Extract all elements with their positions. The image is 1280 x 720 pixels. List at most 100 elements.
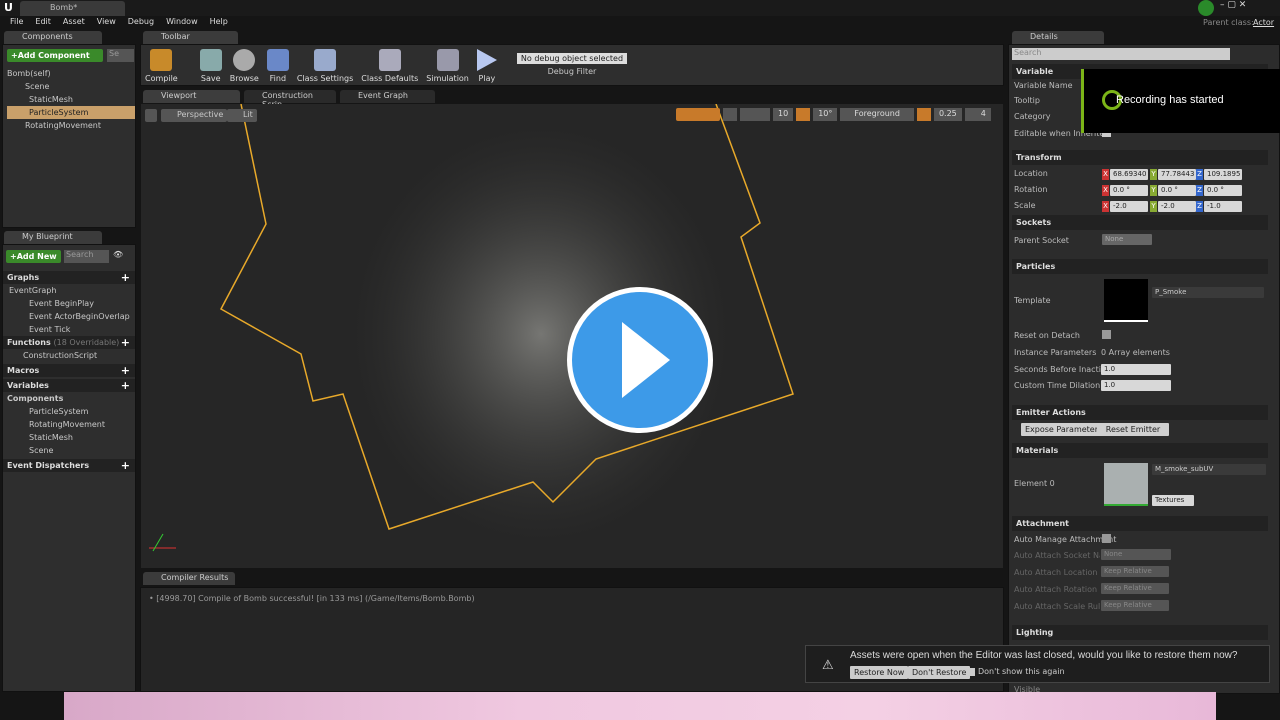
macros-section[interactable]: Macros + bbox=[3, 364, 135, 377]
sockets-section[interactable]: Sockets bbox=[1012, 215, 1268, 230]
dont-show-checkbox[interactable] bbox=[967, 668, 975, 676]
menu-file[interactable]: File bbox=[4, 16, 29, 30]
surface-snap-icon[interactable] bbox=[740, 108, 770, 121]
event-actorbeginoverlap[interactable]: Event ActorBeginOverlap bbox=[3, 310, 135, 323]
menu-edit[interactable]: Edit bbox=[29, 16, 57, 30]
scale-snap-icon[interactable] bbox=[916, 108, 931, 121]
event-tick[interactable]: Event Tick bbox=[3, 323, 135, 336]
compile-button[interactable]: Compile bbox=[141, 45, 182, 83]
time-dilation-field[interactable]: 1.0 bbox=[1101, 380, 1171, 391]
graphs-section[interactable]: Graphs + bbox=[3, 271, 135, 284]
parent-socket-field[interactable]: None bbox=[1102, 234, 1152, 245]
functions-section[interactable]: Functions (18 Overridable) + bbox=[3, 336, 135, 349]
materials-section[interactable]: Materials bbox=[1012, 443, 1268, 458]
scale-z-field[interactable]: -1.0 bbox=[1204, 201, 1242, 212]
scale-y-field[interactable]: -2.0 bbox=[1158, 201, 1196, 212]
lit-button[interactable]: Lit bbox=[227, 109, 257, 122]
local-world-icon[interactable] bbox=[723, 108, 737, 121]
play-button[interactable]: Play bbox=[473, 45, 501, 83]
template-select[interactable]: P_Smoke bbox=[1152, 287, 1264, 298]
debug-object-select[interactable]: No debug object selected bbox=[516, 53, 628, 64]
template-thumbnail[interactable] bbox=[1104, 279, 1148, 322]
tab-construction-script[interactable]: Construction Scrip bbox=[244, 90, 336, 109]
menu-window[interactable]: Window bbox=[160, 16, 204, 30]
component-rotatingmovement[interactable]: RotatingMovement bbox=[7, 119, 135, 132]
particles-section[interactable]: Particles bbox=[1012, 259, 1268, 274]
add-variable-icon[interactable]: + bbox=[121, 379, 130, 392]
transform-mode-buttons[interactable] bbox=[676, 108, 720, 121]
components-search[interactable]: Se bbox=[107, 49, 134, 62]
location-z-field[interactable]: 109.1895 bbox=[1204, 169, 1242, 180]
component-particlesystem[interactable]: ParticleSystem bbox=[7, 106, 135, 119]
var-scene[interactable]: Scene bbox=[3, 444, 135, 457]
camera-speed[interactable]: 4 bbox=[964, 108, 991, 121]
rotation-snap-icon[interactable] bbox=[796, 108, 811, 121]
grid-snap-value[interactable]: 10 bbox=[773, 108, 794, 121]
blueprint-search[interactable]: Search bbox=[64, 250, 109, 263]
eventgraph-item[interactable]: EventGraph bbox=[3, 284, 135, 297]
scale-snap-value[interactable]: 0.25 bbox=[933, 108, 962, 121]
perspective-button[interactable]: Perspective bbox=[161, 109, 228, 122]
add-macro-icon[interactable]: + bbox=[121, 364, 130, 377]
class-defaults-button[interactable]: Class Defaults bbox=[357, 45, 422, 83]
find-button[interactable]: Find bbox=[263, 45, 293, 83]
textures-button[interactable]: Textures bbox=[1152, 495, 1194, 506]
auto-manage-checkbox[interactable] bbox=[1102, 534, 1111, 543]
eye-icon[interactable]: 👁 bbox=[113, 250, 123, 259]
constructionscript-item[interactable]: ConstructionScript bbox=[3, 349, 135, 362]
menu-help[interactable]: Help bbox=[204, 16, 234, 30]
menu-view[interactable]: View bbox=[91, 16, 122, 30]
document-tab[interactable]: Bomb* bbox=[20, 1, 125, 16]
components-category[interactable]: Components bbox=[3, 392, 135, 405]
location-y-field[interactable]: 77.78443 bbox=[1158, 169, 1196, 180]
var-particlesystem[interactable]: ParticleSystem bbox=[3, 405, 135, 418]
save-button[interactable]: Save bbox=[196, 45, 226, 83]
tab-viewport[interactable]: Viewport bbox=[143, 90, 240, 103]
var-staticmesh[interactable]: StaticMesh bbox=[3, 431, 135, 444]
scale-x-field[interactable]: -2.0 bbox=[1110, 201, 1148, 212]
add-function-icon[interactable]: + bbox=[121, 336, 130, 349]
component-staticmesh[interactable]: StaticMesh bbox=[7, 93, 135, 106]
rotation-x-field[interactable]: 0.0 ° bbox=[1110, 185, 1148, 196]
add-graph-icon[interactable]: + bbox=[121, 271, 130, 284]
browse-button[interactable]: Browse bbox=[226, 45, 263, 83]
menu-debug[interactable]: Debug bbox=[122, 16, 160, 30]
details-search[interactable]: Search bbox=[1012, 48, 1230, 60]
component-self[interactable]: Bomb(self) bbox=[7, 67, 135, 80]
expose-parameter-button[interactable]: Expose Parameter bbox=[1021, 423, 1103, 436]
add-dispatcher-icon[interactable]: + bbox=[121, 459, 130, 472]
attachment-section[interactable]: Attachment bbox=[1012, 516, 1268, 531]
material-select[interactable]: M_smoke_subUV bbox=[1152, 464, 1266, 475]
add-component-button[interactable]: +Add Component bbox=[7, 49, 103, 62]
viewport-options-button[interactable] bbox=[145, 109, 157, 122]
transform-section[interactable]: Transform bbox=[1012, 150, 1268, 165]
event-beginplay[interactable]: Event BeginPlay bbox=[3, 297, 135, 310]
lighting-section[interactable]: Lighting bbox=[1012, 625, 1268, 640]
add-new-button[interactable]: +Add New bbox=[6, 250, 61, 263]
details-tab[interactable]: Details bbox=[1012, 31, 1104, 44]
compiler-results-tab[interactable]: Compiler Results bbox=[143, 572, 235, 585]
location-x-field[interactable]: 68.69340 bbox=[1110, 169, 1148, 180]
video-play-button[interactable] bbox=[567, 287, 713, 433]
components-tab[interactable]: Components bbox=[4, 31, 102, 44]
class-settings-button[interactable]: Class Settings bbox=[293, 45, 357, 83]
reset-emitter-button[interactable]: Reset Emitter bbox=[1097, 423, 1169, 436]
emitter-actions-section[interactable]: Emitter Actions bbox=[1012, 405, 1268, 420]
my-blueprint-tab[interactable]: My Blueprint bbox=[4, 231, 102, 244]
rotation-z-field[interactable]: 0.0 ° bbox=[1204, 185, 1242, 196]
dont-restore-button[interactable]: Don't Restore bbox=[908, 666, 971, 679]
var-rotatingmovement[interactable]: RotatingMovement bbox=[3, 418, 135, 431]
rotation-snap-value[interactable]: 10° bbox=[813, 108, 838, 121]
window-controls[interactable]: – ▢ ✕ bbox=[1220, 0, 1246, 10]
toolbar-tab[interactable]: Toolbar bbox=[143, 31, 238, 44]
menu-asset[interactable]: Asset bbox=[57, 16, 91, 30]
layer-select[interactable]: Foreground bbox=[840, 108, 914, 121]
material-thumbnail[interactable] bbox=[1104, 463, 1148, 506]
reset-detach-checkbox[interactable] bbox=[1102, 330, 1111, 339]
simulation-button[interactable]: Simulation bbox=[422, 45, 473, 83]
tab-event-graph[interactable]: Event Graph bbox=[340, 90, 435, 103]
component-scene[interactable]: Scene bbox=[7, 80, 135, 93]
variables-section[interactable]: Variables + bbox=[3, 379, 135, 392]
seconds-inactive-field[interactable]: 1.0 bbox=[1101, 364, 1171, 375]
rotation-y-field[interactable]: 0.0 ° bbox=[1158, 185, 1196, 196]
